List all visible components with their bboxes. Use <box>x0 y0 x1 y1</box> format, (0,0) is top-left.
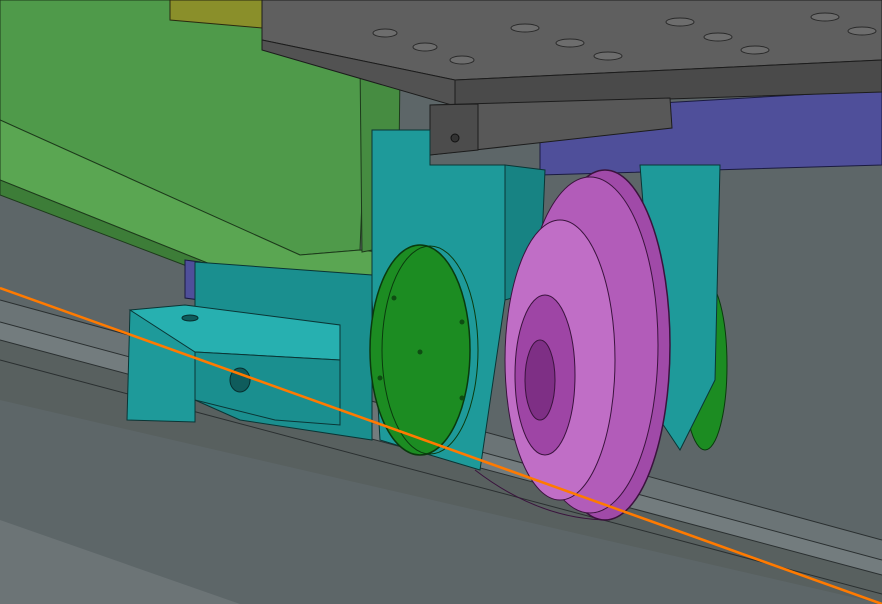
cad-viewport[interactable] <box>0 0 882 604</box>
